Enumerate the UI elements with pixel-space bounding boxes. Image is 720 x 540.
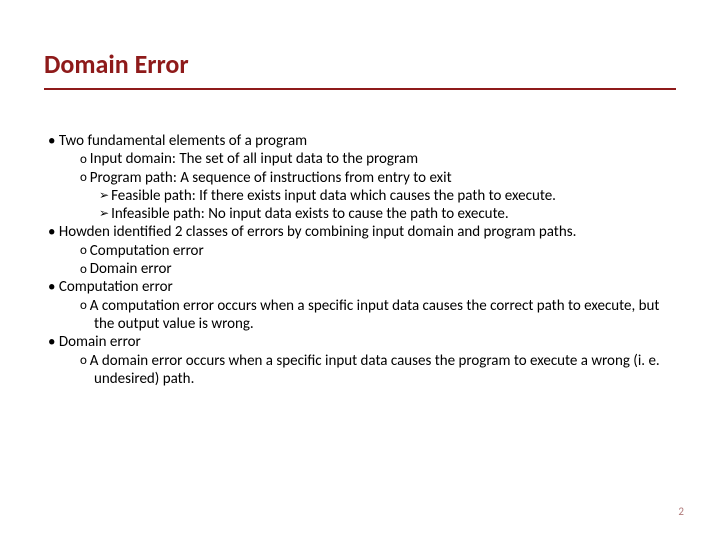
bullet-level1: Two fundamental elements of a program <box>44 132 676 150</box>
bullet-level2: Domain error <box>44 260 676 278</box>
bullet-level1: Computation error <box>44 278 676 296</box>
text: Feasible path: If there exists input dat… <box>111 187 556 205</box>
text: Domain error <box>59 333 141 351</box>
bullet-level2: A domain error occurs when a specific in… <box>44 352 676 389</box>
text: Input domain: The set of all input data … <box>90 150 418 168</box>
page-number: 2 <box>678 505 684 518</box>
text: Computation error <box>59 278 173 296</box>
text: Infeasible path: No input data exists to… <box>111 205 509 223</box>
bullet-level3: Feasible path: If there exists input dat… <box>44 187 676 205</box>
text: A computation error occurs when a specif… <box>90 297 660 333</box>
slide-title: Domain Error <box>44 48 676 90</box>
bullet-level2: Program path: A sequence of instructions… <box>44 169 676 187</box>
text: Howden identified 2 classes of errors by… <box>59 223 576 241</box>
slide-body: Two fundamental elements of a program In… <box>44 132 676 388</box>
bullet-level1: Howden identified 2 classes of errors by… <box>44 223 676 241</box>
text: Computation error <box>90 242 204 260</box>
bullet-level2: Computation error <box>44 242 676 260</box>
slide: Domain Error Two fundamental elements of… <box>0 0 720 540</box>
text: Two fundamental elements of a program <box>59 132 307 150</box>
bullet-level2: A computation error occurs when a specif… <box>44 297 676 334</box>
text: A domain error occurs when a specific in… <box>90 352 660 388</box>
bullet-level1: Domain error <box>44 333 676 351</box>
text: Domain error <box>90 260 172 278</box>
bullet-level2: Input domain: The set of all input data … <box>44 150 676 168</box>
bullet-level3: Infeasible path: No input data exists to… <box>44 205 676 223</box>
text: Program path: A sequence of instructions… <box>90 169 452 187</box>
